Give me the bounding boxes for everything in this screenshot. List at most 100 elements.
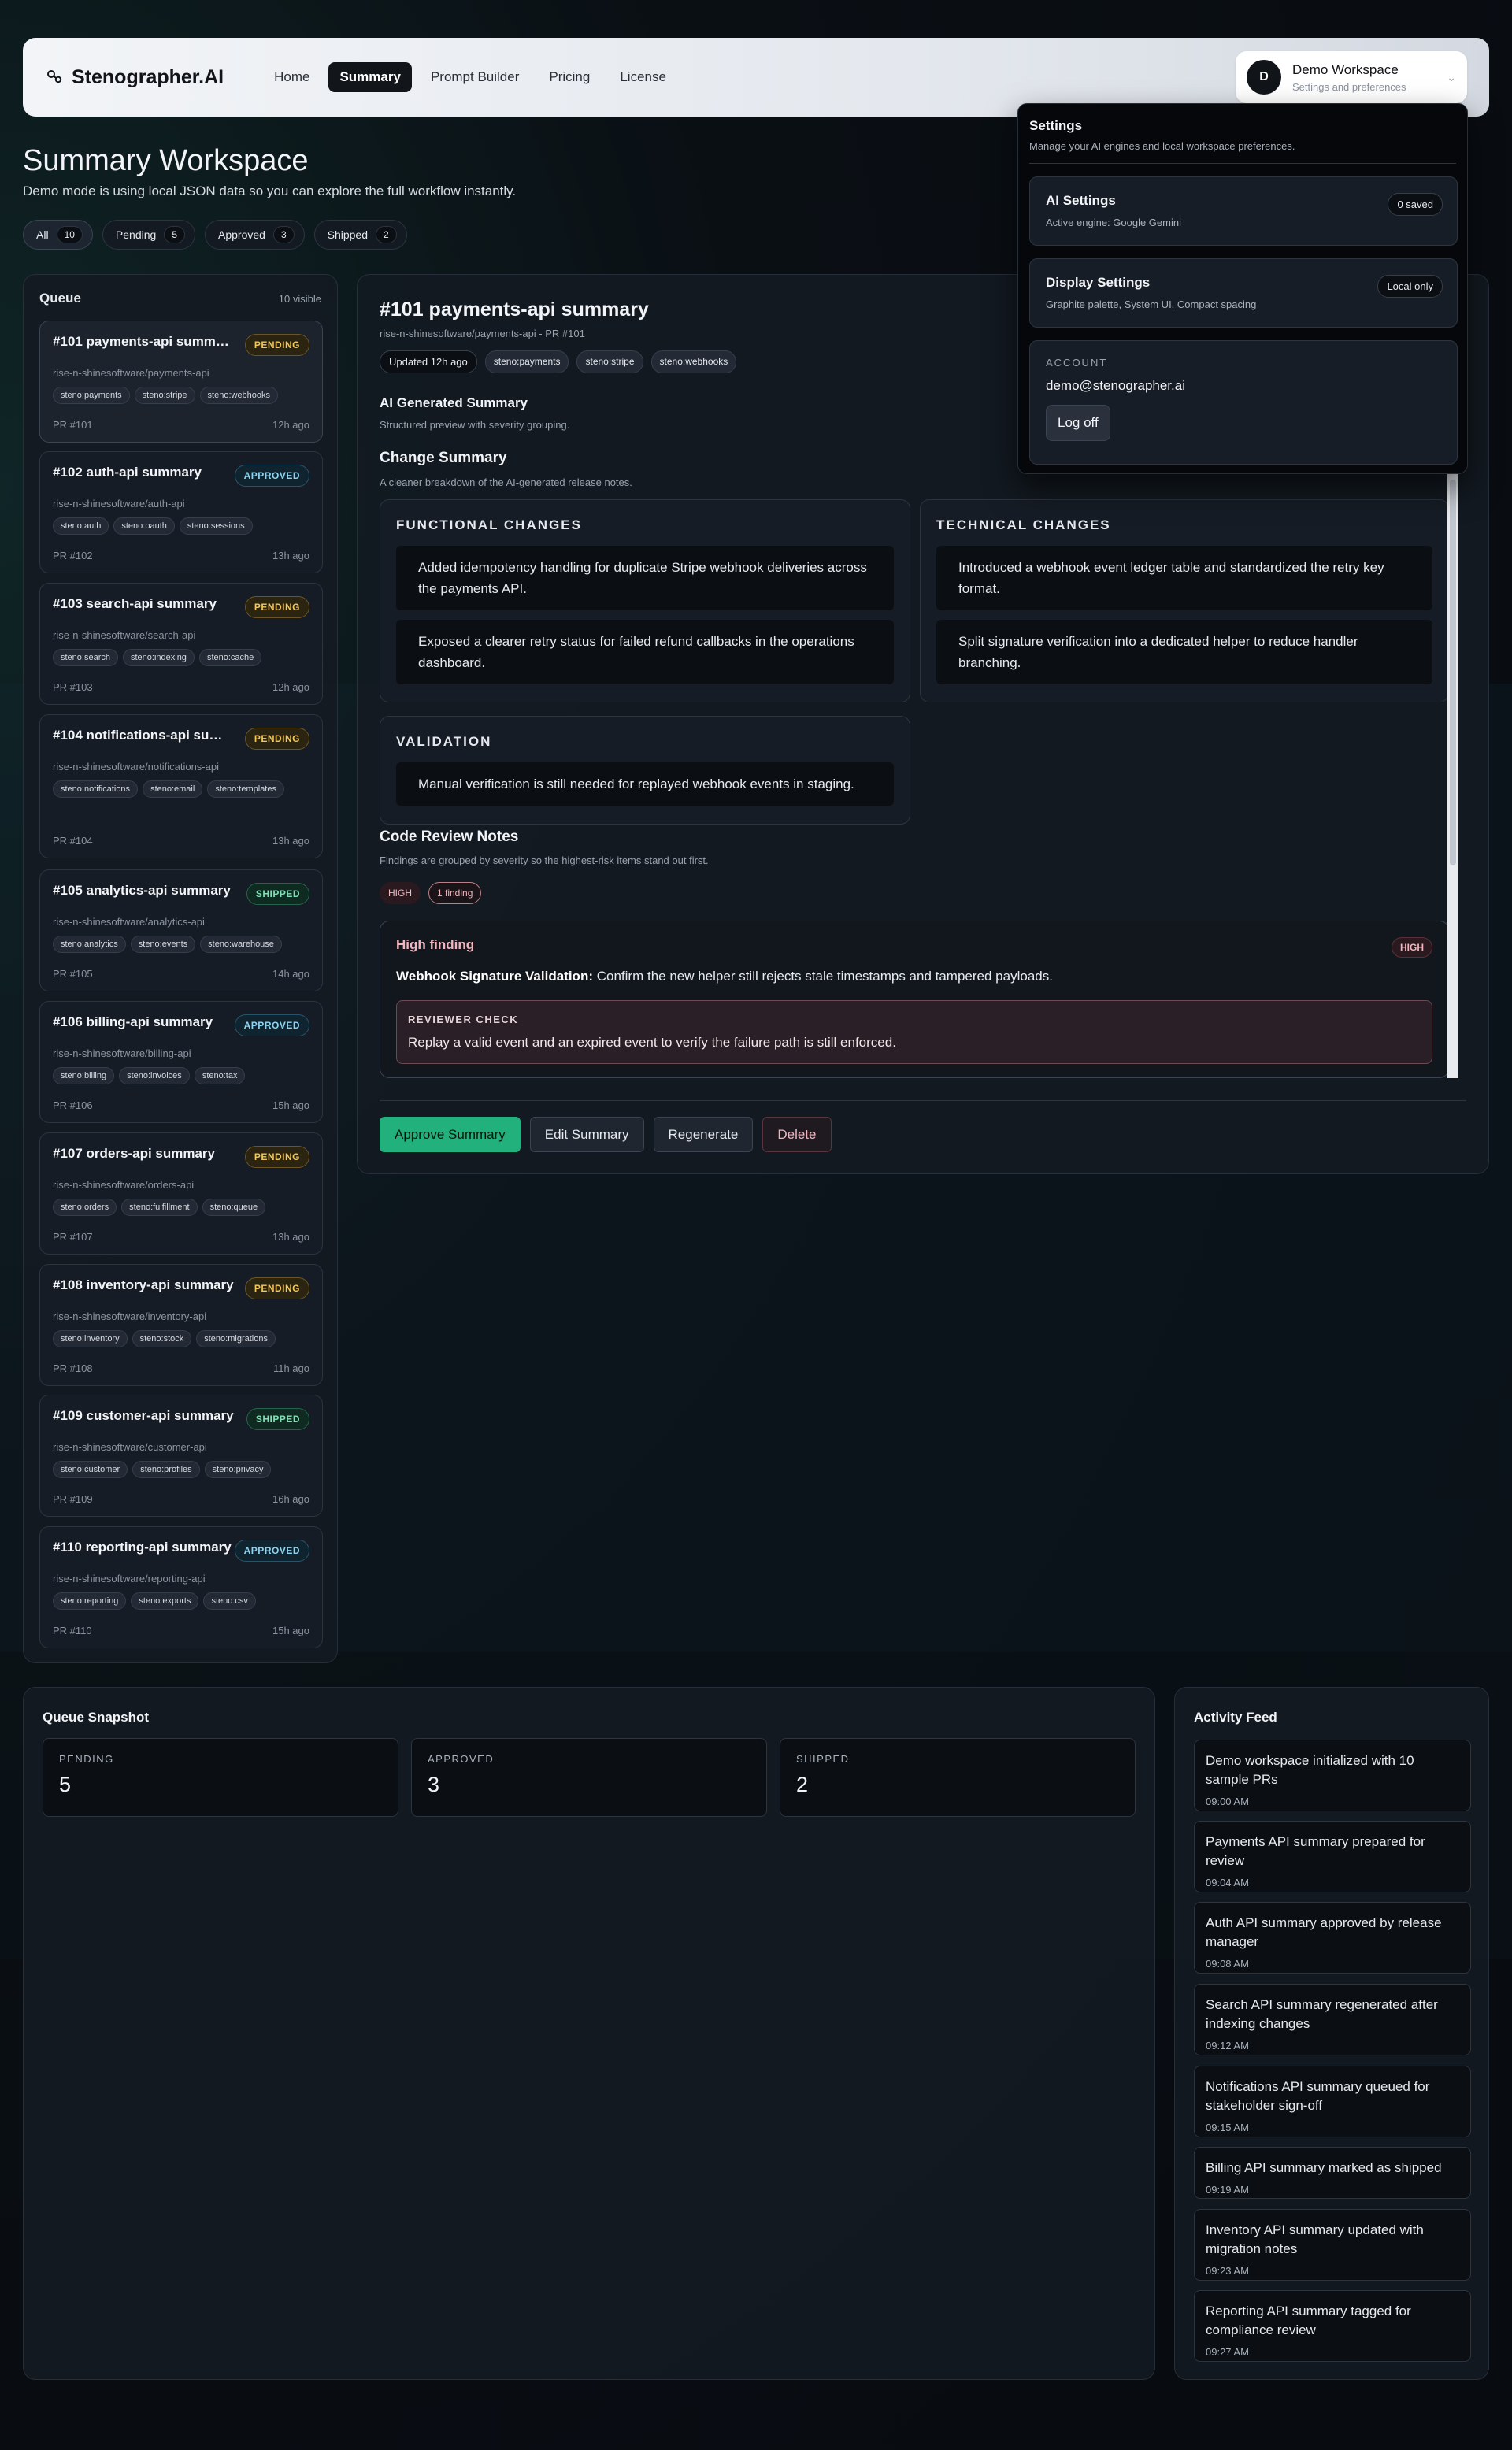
activity-title: Activity Feed <box>1194 1710 1277 1725</box>
brand[interactable]: Stenographer.AI <box>45 66 224 89</box>
tag: steno:auth <box>53 517 109 535</box>
queue-item[interactable]: #108 inventory-api summary PENDING rise-n-… <box>39 1264 323 1386</box>
queue-title: Queue <box>39 291 81 306</box>
workspace-subtitle: Settings and preferences <box>1292 80 1406 93</box>
queue-item[interactable]: #103 search-api summary PENDING rise-n-shi… <box>39 583 323 705</box>
workspace-menu-button[interactable]: D Demo Workspace Settings and preference… <box>1236 51 1467 103</box>
finding-severity-badge: HIGH <box>1392 937 1432 958</box>
activity-text: Inventory API summary updated with migra… <box>1206 2222 1424 2256</box>
functional-changes-title: FUNCTIONAL CHANGES <box>396 517 582 532</box>
filter-label: Pending <box>115 228 157 241</box>
queue-item-title: #108 inventory-api summary <box>53 1277 234 1292</box>
queue-item-header: #104 notifications-api summary PENDING <box>53 728 309 750</box>
filter-shipped[interactable]: Shipped 2 <box>313 220 407 250</box>
queue-item[interactable]: #101 payments-api summary PENDING rise-n-s… <box>39 321 323 443</box>
finding-title: High finding <box>396 937 475 952</box>
change-item: Introduced a webhook event ledger table … <box>936 546 1432 610</box>
filter-count: 2 <box>376 226 397 243</box>
queue-item-tags: steno:inventory steno:stock steno:migratio… <box>53 1330 309 1347</box>
filter-count: 5 <box>164 226 185 243</box>
brand-logo-icon <box>47 70 62 83</box>
stat-value: 3 <box>428 1773 440 1796</box>
tag: steno:search <box>53 649 118 666</box>
activity-time: 09:00 AM <box>1206 1796 1249 1807</box>
severity-badge[interactable]: HIGH <box>380 882 421 904</box>
queue-item-header: #108 inventory-api summary PENDING <box>53 1277 309 1299</box>
workspace-title: Demo Workspace <box>1292 61 1399 77</box>
queue-item[interactable]: #104 notifications-api summary PENDING ris… <box>39 714 323 858</box>
queue-item[interactable]: #109 customer-api summary SHIPPED rise-n-s… <box>39 1395 323 1517</box>
finding-card: High finding HIGH Webhook Signature Vali… <box>380 921 1449 1078</box>
regenerate-button[interactable]: Regenerate <box>653 1117 754 1152</box>
queue-item[interactable]: #102 auth-api summary APPROVED rise-n-shin… <box>39 451 323 573</box>
divider <box>1029 163 1456 164</box>
filter-approved[interactable]: Approved 3 <box>205 220 305 250</box>
detail-title: #101 payments-api summary <box>380 298 649 321</box>
queue-item-repo: rise-n-shinesoftware/analytics-api <box>53 916 205 928</box>
technical-changes-card: TECHNICAL CHANGES Introduced a webhook e… <box>920 499 1449 702</box>
tag: steno:customer <box>53 1461 128 1478</box>
activity-time: 09:15 AM <box>1206 2122 1249 2133</box>
activity-item: Search API summary regenerated after ind… <box>1194 1984 1471 2055</box>
activity-time: 09:08 AM <box>1206 1958 1249 1970</box>
queue-item-footer: PR #101 12h ago <box>53 419 309 431</box>
settings-title: Settings <box>1029 118 1083 133</box>
queue-item-footer: PR #102 13h ago <box>53 550 309 562</box>
ai-settings-subtitle: Active engine: Google Gemini <box>1046 217 1181 228</box>
queue-item-tags: steno:billing steno:invoices steno:tax <box>53 1067 309 1084</box>
finding-text: Confirm the new helper still rejects sta… <box>596 969 1053 984</box>
nav-prompt-builder[interactable]: Prompt Builder <box>420 62 530 92</box>
nav-license[interactable]: License <box>609 62 677 92</box>
queue-item[interactable]: #105 analytics-api summary SHIPPED rise-n-… <box>39 869 323 991</box>
queue-item-title: #105 analytics-api summary <box>53 883 231 898</box>
delete-button[interactable]: Delete <box>762 1117 832 1152</box>
tag: steno:payments <box>484 350 569 373</box>
nav-home[interactable]: Home <box>263 62 321 92</box>
stat-shipped: SHIPPED 2 <box>780 1738 1136 1817</box>
findings-count-badge[interactable]: 1 finding <box>428 882 482 904</box>
queue-item-footer: PR #110 15h ago <box>53 1625 309 1636</box>
tag: steno:tax <box>194 1067 246 1084</box>
detail-scrollbar[interactable] <box>1447 472 1458 1078</box>
nav-summary[interactable]: Summary <box>328 62 412 92</box>
display-settings-card[interactable]: Display Settings Graphite palette, Syste… <box>1029 258 1458 328</box>
ai-settings-card[interactable]: AI Settings Active engine: Google Gemini… <box>1029 176 1458 246</box>
tag: steno:email <box>143 780 203 798</box>
display-settings-subtitle: Graphite palette, System UI, Compact spa… <box>1046 298 1257 310</box>
queue-item[interactable]: #106 billing-api summary APPROVED rise-n-s… <box>39 1001 323 1123</box>
tag: steno:webhooks <box>199 387 279 404</box>
queue-item-title: #101 payments-api summary <box>53 334 234 349</box>
tag: steno:stripe <box>576 350 643 373</box>
queue-item-header: #106 billing-api summary APPROVED <box>53 1014 309 1036</box>
age: 13h ago <box>272 1231 309 1243</box>
activity-item: Reporting API summary tagged for complia… <box>1194 2290 1471 2362</box>
approve-summary-button[interactable]: Approve Summary <box>380 1117 521 1152</box>
queue-panel: Queue 10 visible #101 payments-api summa… <box>23 274 338 1663</box>
queue-header: Queue 10 visible <box>24 275 337 306</box>
filter-all[interactable]: All 10 <box>23 220 93 250</box>
validation-item: Manual verification is still needed for … <box>396 762 894 806</box>
scrollbar-thumb[interactable] <box>1450 480 1456 865</box>
divider <box>380 1100 1466 1101</box>
nav-pricing[interactable]: Pricing <box>538 62 601 92</box>
filter-pending[interactable]: Pending 5 <box>102 220 195 250</box>
activity-time: 09:12 AM <box>1206 2040 1249 2052</box>
workspace-text: Demo Workspace Settings and preferences <box>1292 62 1436 93</box>
activity-text: Auth API summary approved by release man… <box>1206 1915 1442 1949</box>
age: 13h ago <box>272 550 309 562</box>
reviewer-check-box: REVIEWER CHECK Replay a valid event and … <box>396 1000 1432 1064</box>
activity-text: Billing API summary marked as shipped <box>1206 2160 1442 2175</box>
code-review-subtitle: Findings are grouped by severity so the … <box>380 854 709 866</box>
finding-label: Webhook Signature Validation: <box>396 969 593 984</box>
status-badge: PENDING <box>244 334 309 356</box>
page-title: Summary Workspace <box>23 144 309 177</box>
queue-item-title: #104 notifications-api summary <box>53 728 234 743</box>
tag: steno:profiles <box>132 1461 200 1478</box>
queue-item-repo: rise-n-shinesoftware/search-api <box>53 629 196 641</box>
log-off-button[interactable]: Log off <box>1046 405 1110 441</box>
pr-number: PR #101 <box>53 419 93 431</box>
queue-item[interactable]: #110 reporting-api summary APPROVED rise-n… <box>39 1526 323 1648</box>
queue-item[interactable]: #107 orders-api summary PENDING rise-n-shi… <box>39 1132 323 1255</box>
queue-item-header: #110 reporting-api summary APPROVED <box>53 1540 309 1562</box>
edit-summary-button[interactable]: Edit Summary <box>529 1117 644 1152</box>
